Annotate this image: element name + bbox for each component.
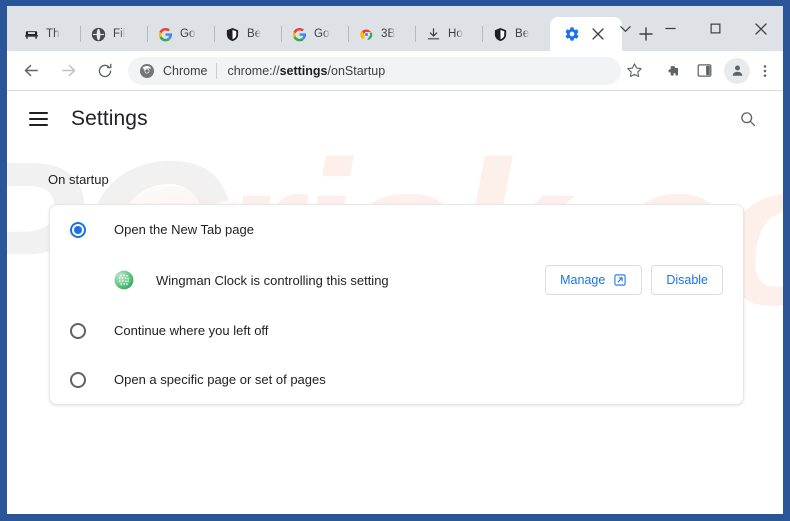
google-g-icon	[291, 26, 307, 42]
settings-header: Settings	[7, 91, 783, 147]
tab-4[interactable]: Go	[282, 17, 349, 51]
manage-button[interactable]: Manage	[545, 265, 643, 295]
profile-avatar[interactable]	[724, 57, 750, 84]
gear-icon	[564, 26, 580, 42]
option-open-specific-pages[interactable]: Open a specific page or set of pages	[50, 355, 743, 404]
address-bar[interactable]: Chrome chrome://settings/onStartup	[128, 56, 621, 85]
url-prefix: chrome://	[227, 63, 280, 78]
tab-title: 3B	[381, 28, 396, 40]
reload-button[interactable]	[91, 57, 119, 85]
maximize-icon[interactable]	[693, 6, 738, 51]
tab-strip: Th Fil Go Be Go 3B Ho Be	[7, 6, 783, 51]
side-panel-icon[interactable]	[690, 57, 718, 85]
hamburger-menu-icon[interactable]	[29, 107, 53, 131]
disable-button[interactable]: Disable	[651, 265, 723, 295]
tab-0[interactable]: Th	[14, 17, 81, 51]
tab-title: Be	[515, 28, 530, 40]
section-title: On startup	[48, 172, 109, 187]
tab-5[interactable]: 3B	[349, 17, 416, 51]
omnibox-divider	[216, 62, 218, 79]
download-icon	[425, 26, 441, 42]
hamburger-line	[29, 118, 48, 120]
back-button[interactable]	[17, 57, 45, 85]
option-label: Open a specific page or set of pages	[114, 372, 326, 387]
tab-title: Go	[180, 28, 196, 40]
search-icon[interactable]	[735, 106, 761, 132]
bench-icon	[23, 26, 39, 42]
browser-window: Th Fil Go Be Go 3B Ho Be Chrome chrome:/…	[7, 6, 783, 514]
url-suffix: /onStartup	[327, 63, 386, 78]
tab-1[interactable]: Fil	[81, 17, 148, 51]
tab-title: Ho	[448, 28, 463, 40]
tab-search-chevron-down-icon[interactable]	[603, 6, 648, 51]
globe-icon	[90, 26, 106, 42]
option-label: Continue where you left off	[114, 323, 269, 338]
forward-button[interactable]	[54, 57, 82, 85]
chrome-icon	[358, 26, 374, 42]
tab-title: Th	[46, 28, 60, 40]
chrome-icon	[139, 63, 155, 79]
tab-title: Be	[247, 28, 262, 40]
radio-button-selected[interactable]	[70, 221, 86, 238]
controlled-by-text: Wingman Clock is controlling this settin…	[156, 272, 389, 288]
page-title: Settings	[71, 107, 148, 130]
bookmark-star-icon[interactable]	[621, 58, 647, 84]
screenshot-frame: Th Fil Go Be Go 3B Ho Be Chrome chrome:/…	[0, 0, 790, 521]
window-controls	[603, 6, 783, 51]
wingman-clock-extension-icon	[114, 270, 134, 290]
close-window-icon[interactable]	[738, 6, 783, 51]
tab-3[interactable]: Be	[215, 17, 282, 51]
settings-page: PCrisk.com Settings On startup	[7, 91, 783, 513]
tab-title: Fil	[113, 28, 126, 40]
on-startup-card: Open the New Tab page Wingman Clock is c…	[49, 204, 744, 405]
browser-toolbar: Chrome chrome://settings/onStartup	[7, 51, 783, 91]
option-continue-where-left-off[interactable]: Continue where you left off	[50, 306, 743, 355]
hamburger-line	[29, 112, 48, 114]
radio-button[interactable]	[70, 371, 86, 388]
extensions-puzzle-icon[interactable]	[659, 57, 687, 85]
manage-label: Manage	[560, 273, 606, 287]
shield-icon	[492, 26, 508, 42]
tab-6[interactable]: Ho	[416, 17, 483, 51]
controlled-by-extension-row: Wingman Clock is controlling this settin…	[50, 254, 743, 306]
hamburger-line	[29, 124, 48, 126]
disable-label: Disable	[666, 273, 708, 287]
tab-2[interactable]: Go	[148, 17, 215, 51]
minimize-icon[interactable]	[648, 6, 693, 51]
chrome-menu-icon[interactable]	[755, 57, 775, 85]
tab-title: Go	[314, 28, 330, 40]
shield-icon	[224, 26, 240, 42]
radio-button[interactable]	[70, 322, 86, 339]
tab-7[interactable]: Be	[483, 17, 550, 51]
option-label: Open the New Tab page	[114, 222, 254, 237]
option-open-new-tab-page[interactable]: Open the New Tab page	[50, 205, 743, 254]
omnibox-url: chrome://settings/onStartup	[227, 64, 385, 78]
external-link-icon	[613, 273, 627, 287]
google-g-icon	[157, 26, 173, 42]
url-strong: settings	[279, 63, 328, 78]
omnibox-brand-label: Chrome	[163, 63, 208, 78]
